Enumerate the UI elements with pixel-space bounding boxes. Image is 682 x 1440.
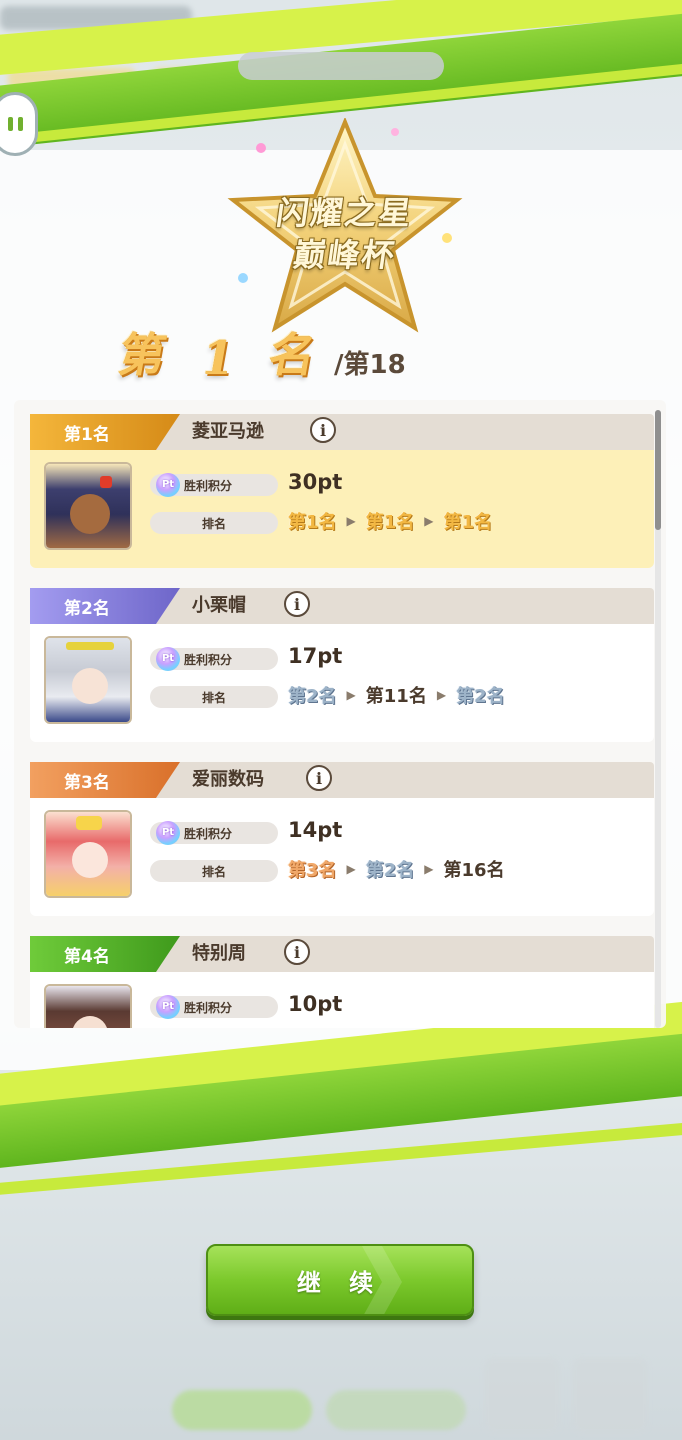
points-icon: Pt — [156, 473, 180, 497]
ranking-entry[interactable]: 第1名 菱亚马逊 i Pt 胜利积分 30pt 排名 第1名 ▶ 第1名 ▶ 第… — [30, 414, 654, 584]
entry-body: Pt 胜利积分 14pt 排名 第3名 ▶ 第2名 ▶ 第16名 — [30, 798, 654, 916]
rank-suffix: 名 — [264, 328, 321, 382]
points-icon: Pt — [156, 995, 180, 1019]
points-value: 10pt — [288, 992, 343, 1016]
history-rank: 第16名 — [443, 860, 505, 881]
bg-bottom-button — [326, 1390, 466, 1430]
rank-number: 1 — [197, 331, 239, 385]
status-pill — [238, 52, 444, 80]
points-label: Pt 胜利积分 — [150, 995, 278, 1019]
rank-history-label: 排名 — [150, 860, 278, 882]
rank-history: 第1名 ▶ 第1名 ▶ 第1名 — [288, 508, 492, 534]
entry-header: 第1名 菱亚马逊 i — [30, 414, 654, 450]
points-label-text: 胜利积分 — [184, 478, 233, 493]
avatar[interactable] — [44, 462, 132, 550]
rank-prefix: 第 — [114, 328, 171, 382]
entry-header: 第2名 小栗帽 i — [30, 588, 654, 624]
arrow-right-icon: ▶ — [424, 514, 434, 528]
history-rank: 第1名 — [365, 512, 415, 533]
info-button[interactable]: i — [284, 939, 310, 965]
entry-header: 第3名 爱丽数码 i — [30, 762, 654, 798]
rank-tab: 第2名 — [30, 588, 180, 624]
list-scrollbar[interactable] — [655, 410, 661, 1028]
arrow-right-icon: ▶ — [346, 688, 356, 702]
continue-label: 继 续 — [296, 1268, 384, 1297]
bg-menu-button — [484, 1358, 560, 1434]
history-rank: 第1名 — [288, 512, 337, 533]
info-button[interactable]: i — [306, 765, 332, 791]
points-value: 14pt — [288, 818, 343, 842]
pause-button[interactable] — [0, 92, 38, 156]
history-rank: 第3名 — [288, 860, 337, 881]
rank-history-label: 排名 — [150, 512, 278, 534]
points-icon: Pt — [156, 821, 180, 845]
points-value: 30pt — [288, 470, 343, 494]
continue-button[interactable]: 继 续 — [206, 1244, 474, 1316]
bg-bottom-button — [172, 1390, 312, 1430]
arrow-right-icon: ▶ — [436, 688, 447, 702]
rank-tab: 第4名 — [30, 936, 180, 972]
info-button[interactable]: i — [310, 417, 336, 443]
avatar[interactable] — [44, 636, 132, 724]
history-rank: 第2名 — [456, 686, 505, 707]
rank-history: 第2名 ▶ 第11名 ▶ 第2名 — [288, 682, 505, 708]
entry-header: 第4名 特别周 i — [30, 936, 654, 972]
rank-history: 第3名 ▶ 第2名 ▶ 第16名 — [288, 856, 505, 882]
entry-body: Pt 胜利积分 10pt — [30, 972, 654, 1028]
points-label-text: 胜利积分 — [184, 652, 233, 667]
arrow-right-icon: ▶ — [424, 862, 434, 876]
rank-total: /第18 — [334, 350, 406, 380]
points-label: Pt 胜利积分 — [150, 473, 278, 497]
avatar[interactable] — [44, 810, 132, 898]
horse-name: 特别周 — [192, 943, 246, 964]
history-rank: 第1名 — [443, 512, 493, 533]
arrow-right-icon: ▶ — [346, 862, 356, 876]
points-label-text: 胜利积分 — [184, 1000, 233, 1015]
arrow-right-icon: ▶ — [346, 514, 356, 528]
points-label-text: 胜利积分 — [184, 826, 233, 841]
bg-menu-button — [572, 1358, 648, 1434]
horse-name: 小栗帽 — [192, 595, 246, 616]
horse-name: 爱丽数码 — [192, 769, 264, 790]
avatar[interactable] — [44, 984, 132, 1028]
cup-title: 闪耀之星 — [274, 194, 416, 232]
ranking-entry[interactable]: 第2名 小栗帽 i Pt 胜利积分 17pt 排名 第2名 ▶ 第11名 ▶ 第… — [30, 588, 654, 758]
scrollbar-thumb[interactable] — [655, 410, 661, 530]
final-rank: 第 1 名 /第18 — [115, 325, 580, 385]
rank-history-label: 排名 — [150, 686, 278, 708]
ranking-entry[interactable]: 第3名 爱丽数码 i Pt 胜利积分 14pt 排名 第3名 ▶ 第2名 ▶ 第… — [30, 762, 654, 932]
history-rank: 第2名 — [288, 686, 337, 707]
points-value: 17pt — [288, 644, 343, 668]
entry-body: Pt 胜利积分 17pt 排名 第2名 ▶ 第11名 ▶ 第2名 — [30, 624, 654, 742]
points-icon: Pt — [156, 647, 180, 671]
ranking-entry[interactable]: 第4名 特别周 i Pt 胜利积分 10pt — [30, 936, 654, 1028]
info-button[interactable]: i — [284, 591, 310, 617]
pause-icon — [7, 117, 23, 131]
cup-emblem: 闪耀之星 巅峰杯 — [225, 118, 465, 333]
cup-subtitle: 巅峰杯 — [291, 236, 399, 274]
horse-name: 菱亚马逊 — [192, 421, 264, 442]
rank-tab: 第1名 — [30, 414, 180, 450]
entry-body: Pt 胜利积分 30pt 排名 第1名 ▶ 第1名 ▶ 第1名 — [30, 450, 654, 568]
points-label: Pt 胜利积分 — [150, 821, 278, 845]
history-rank: 第2名 — [365, 860, 415, 881]
rank-tab: 第3名 — [30, 762, 180, 798]
ranking-list[interactable]: 第1名 菱亚马逊 i Pt 胜利积分 30pt 排名 第1名 ▶ 第1名 ▶ 第… — [14, 400, 666, 1028]
points-label: Pt 胜利积分 — [150, 647, 278, 671]
history-rank: 第11名 — [365, 686, 427, 707]
